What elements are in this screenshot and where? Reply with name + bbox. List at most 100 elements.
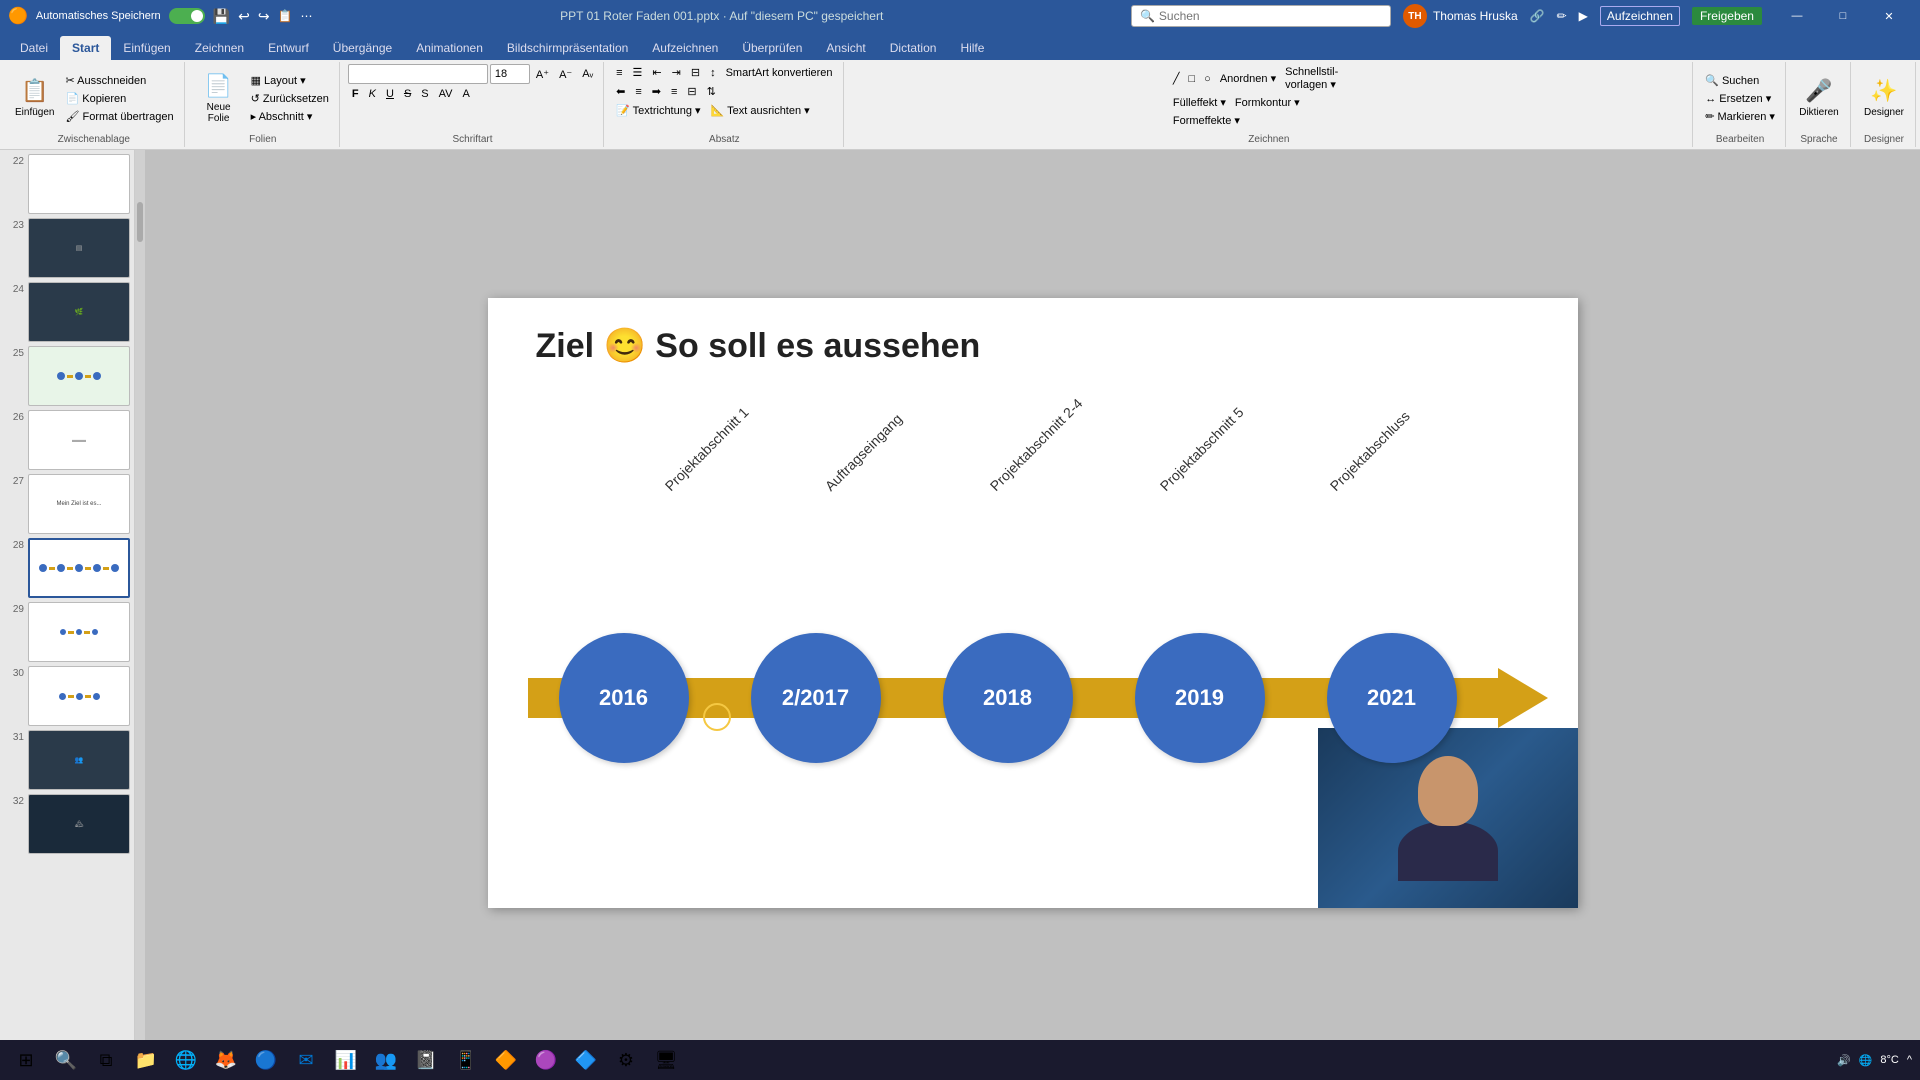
- tab-bildschirmpraesenatation[interactable]: Bildschirmpräsentation: [495, 36, 640, 60]
- pin-icon[interactable]: 📋: [278, 9, 293, 23]
- arrange-btn[interactable]: Anordnen ▾: [1216, 70, 1280, 87]
- tab-einfuegen[interactable]: Einfügen: [111, 36, 182, 60]
- circle-2021[interactable]: 2021: [1327, 633, 1457, 763]
- app5-btn[interactable]: 🖥: [648, 1042, 684, 1078]
- tab-animationen[interactable]: Animationen: [404, 36, 495, 60]
- spacing-btn[interactable]: AV: [435, 86, 457, 102]
- tab-ansicht[interactable]: Ansicht: [814, 36, 877, 60]
- autosave-toggle[interactable]: [169, 8, 205, 24]
- minimize-btn[interactable]: —: [1774, 0, 1820, 32]
- kopieren-btn[interactable]: 📄 Kopieren: [61, 90, 177, 107]
- shape-oval-btn[interactable]: ○: [1200, 71, 1215, 87]
- slide-thumb-28[interactable]: 28: [4, 538, 130, 598]
- slide-canvas[interactable]: Ziel 😊 So soll es aussehen Projektabschn…: [488, 298, 1578, 908]
- slide-thumb-27[interactable]: 27 Mein Ziel ist es...: [4, 474, 130, 534]
- schnell-btn[interactable]: Schnellstil-vorlagen ▾: [1281, 64, 1342, 93]
- tab-start[interactable]: Start: [60, 36, 111, 60]
- close-btn[interactable]: ✕: [1866, 0, 1912, 32]
- tab-aufzeichnen[interactable]: Aufzeichnen: [640, 36, 730, 60]
- neue-folie-btn[interactable]: 📄 NeueFolie: [193, 70, 245, 126]
- taskbar-sound[interactable]: 🔊: [1837, 1054, 1851, 1067]
- tab-entwurf[interactable]: Entwurf: [256, 36, 321, 60]
- app4-btn[interactable]: ⚙: [608, 1042, 644, 1078]
- shadow-btn[interactable]: S: [417, 86, 432, 102]
- record-btn[interactable]: Aufzeichnen: [1600, 6, 1680, 26]
- search-bar[interactable]: 🔍: [1131, 5, 1391, 27]
- firefox-btn[interactable]: 🦊: [208, 1042, 244, 1078]
- circle-2017[interactable]: 2/2017: [751, 633, 881, 763]
- clear-format-btn[interactable]: Aᵥ: [578, 66, 597, 82]
- panel-scrollbar[interactable]: [135, 150, 145, 1056]
- increase-font-btn[interactable]: A⁺: [532, 66, 553, 83]
- tab-dictation[interactable]: Dictation: [878, 36, 949, 60]
- present-icon[interactable]: ▶: [1579, 9, 1588, 23]
- redo-icon[interactable]: ↪: [258, 8, 270, 25]
- undo-icon[interactable]: ↩: [238, 8, 250, 25]
- outlook-btn[interactable]: ✉: [288, 1042, 324, 1078]
- textrich-btn[interactable]: 📝 Textrichtung ▾: [612, 102, 704, 119]
- search-input[interactable]: [1159, 9, 1382, 23]
- app1-btn[interactable]: 🔶: [488, 1042, 524, 1078]
- effekt-btn[interactable]: Formeffekte ▾: [1169, 112, 1244, 129]
- diktieren-btn[interactable]: 🎤 Diktieren: [1794, 70, 1844, 126]
- start-btn[interactable]: ⊞: [8, 1042, 44, 1078]
- slide-thumb-25[interactable]: 25: [4, 346, 130, 406]
- tab-zeichnen[interactable]: Zeichnen: [183, 36, 256, 60]
- align-center-btn[interactable]: ≡: [631, 84, 645, 100]
- numbering-btn[interactable]: ☰: [629, 64, 647, 81]
- taskbar-network[interactable]: 🌐: [1859, 1054, 1873, 1067]
- pen-icon[interactable]: ✏: [1557, 9, 1567, 23]
- edge-btn[interactable]: 🌐: [168, 1042, 204, 1078]
- bullets-btn[interactable]: ≡: [612, 65, 626, 81]
- strikethrough-btn[interactable]: S: [400, 86, 415, 102]
- circle-2019[interactable]: 2019: [1135, 633, 1265, 763]
- justify-btn[interactable]: ≡: [667, 84, 681, 100]
- slide-thumb-26[interactable]: 26 ▬▬: [4, 410, 130, 470]
- slide-thumb-23[interactable]: 23 ▤: [4, 218, 130, 278]
- app2-btn[interactable]: 🟣: [528, 1042, 564, 1078]
- kontur-btn[interactable]: Formkontur ▾: [1231, 94, 1304, 111]
- slide-thumb-29[interactable]: 29: [4, 602, 130, 662]
- einfuegen-btn[interactable]: 📋 Einfügen: [10, 70, 59, 126]
- smartart-btn[interactable]: SmartArt konvertieren: [722, 65, 837, 81]
- circle-2018[interactable]: 2018: [943, 633, 1073, 763]
- chrome-btn[interactable]: 🔵: [248, 1042, 284, 1078]
- slide-thumb-22[interactable]: 22: [4, 154, 130, 214]
- ausschneiden-btn[interactable]: ✂ Ausschneiden: [61, 72, 177, 89]
- shape-rect-btn[interactable]: □: [1185, 71, 1200, 87]
- taskview-btn[interactable]: ⧉: [88, 1042, 124, 1078]
- layout-btn[interactable]: ▦ Layout ▾: [247, 72, 333, 89]
- tab-ueberpruefen[interactable]: Überprüfen: [730, 36, 814, 60]
- app3-btn[interactable]: 🔷: [568, 1042, 604, 1078]
- italic-btn[interactable]: K: [365, 86, 380, 102]
- more-icon[interactable]: ⋯: [301, 9, 313, 23]
- phone-btn[interactable]: 📱: [448, 1042, 484, 1078]
- tab-uebergaenge[interactable]: Übergänge: [321, 36, 404, 60]
- underline-btn[interactable]: U: [382, 86, 398, 102]
- increase-indent-btn[interactable]: ⇥: [668, 64, 685, 81]
- tab-hilfe[interactable]: Hilfe: [948, 36, 996, 60]
- slide-thumb-32[interactable]: 32 🏔: [4, 794, 130, 854]
- circle-2016[interactable]: 2016: [559, 633, 689, 763]
- slide-thumb-31[interactable]: 31 👥: [4, 730, 130, 790]
- font-name-dropdown[interactable]: [348, 64, 488, 84]
- explorer-btn[interactable]: 📁: [128, 1042, 164, 1078]
- abschnitt-btn[interactable]: ▸ Abschnitt ▾: [247, 108, 333, 125]
- col2-btn[interactable]: ⊟: [683, 83, 700, 100]
- col-btn[interactable]: ⊟: [687, 64, 704, 81]
- slide-thumb-24[interactable]: 24 🌿: [4, 282, 130, 342]
- align-left-btn[interactable]: ⬅: [612, 83, 629, 100]
- fontcolor-btn[interactable]: A: [459, 86, 474, 102]
- linesp-btn[interactable]: ↕: [706, 65, 720, 81]
- shape-line-btn[interactable]: ╱: [1169, 70, 1184, 87]
- designer-btn[interactable]: ✨ Designer: [1859, 70, 1909, 126]
- textdir-btn[interactable]: ⇅: [703, 83, 720, 100]
- markieren-btn[interactable]: ✏ Markieren ▾: [1701, 108, 1779, 125]
- textalign-btn[interactable]: 📐 Text ausrichten ▾: [707, 102, 814, 119]
- powerpoint-btn[interactable]: 📊: [328, 1042, 364, 1078]
- decrease-indent-btn[interactable]: ⇤: [648, 64, 665, 81]
- fuell-btn[interactable]: Fülleffekt ▾: [1169, 94, 1230, 111]
- share-icon[interactable]: 🔗: [1530, 9, 1545, 23]
- format-btn[interactable]: 🖌 Format übertragen: [61, 108, 177, 125]
- teams-btn[interactable]: 👥: [368, 1042, 404, 1078]
